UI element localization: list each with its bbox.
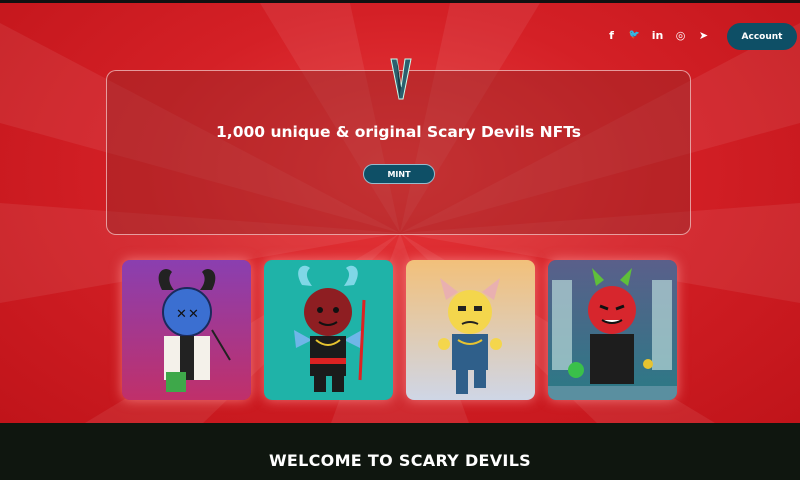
nft-card-2[interactable] xyxy=(264,260,393,400)
footer-section: WELCOME TO SCARY DEVILS xyxy=(0,423,800,480)
site-logo xyxy=(390,58,412,100)
svg-text:✕: ✕ xyxy=(188,307,199,322)
welcome-heading: WELCOME TO SCARY DEVILS xyxy=(268,451,532,470)
hero-section: f 🐦 in ◎ ➤ Account 1,000 unique & origin… xyxy=(0,0,800,423)
nft-image-3 xyxy=(406,260,535,400)
account-button[interactable]: Account xyxy=(727,23,797,50)
svg-text:✕: ✕ xyxy=(176,307,187,322)
nft-card-4[interactable] xyxy=(548,260,677,400)
nft-card-3[interactable] xyxy=(406,260,535,400)
hero-title: 1,000 unique & original Scary Devils NFT… xyxy=(216,123,581,141)
nft-image-2 xyxy=(264,260,393,400)
social-links: f 🐦 in ◎ ➤ xyxy=(604,25,711,45)
nft-image-1: ✕ ✕ xyxy=(122,260,251,400)
nft-card-1[interactable]: ✕ ✕ xyxy=(122,260,251,400)
facebook-icon[interactable]: f xyxy=(604,25,619,45)
nft-image-4 xyxy=(548,260,677,400)
telegram-icon[interactable]: ➤ xyxy=(696,25,711,45)
instagram-icon[interactable]: ◎ xyxy=(673,25,688,45)
twitter-icon[interactable]: 🐦 xyxy=(627,25,642,45)
linkedin-icon[interactable]: in xyxy=(650,25,665,45)
mint-button[interactable]: MINT xyxy=(363,164,435,184)
